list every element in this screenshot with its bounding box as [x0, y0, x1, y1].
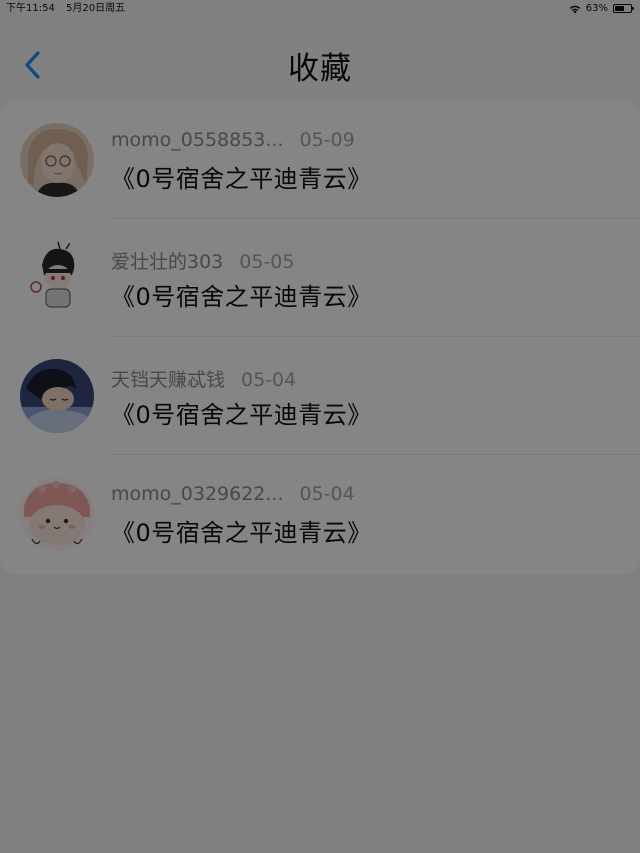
list-item[interactable]: 爱壮壮的303 05-05 《0号宿舍之平迪青云》	[0, 219, 640, 337]
page-title: 收藏	[288, 51, 352, 87]
battery-fill	[615, 6, 624, 11]
anime-girl-avatar-image	[20, 123, 94, 197]
navigation-bar: 收藏	[0, 17, 640, 101]
username: momo_0329622...	[111, 483, 284, 505]
item-title: 《0号宿舍之平迪青云》	[111, 519, 372, 547]
item-title: 《0号宿舍之平迪青云》	[111, 165, 372, 193]
status-right: 63%	[569, 0, 634, 17]
status-date: 5月20日周五	[66, 3, 126, 14]
list-item[interactable]: momo_0558853... 05-09 《0号宿舍之平迪青云》	[0, 101, 640, 219]
list-item[interactable]: momo_0329622... 05-04 《0号宿舍之平迪青云》	[0, 455, 640, 573]
item-meta: 爱壮壮的303 05-05	[111, 247, 294, 274]
status-time: 下午11:54	[6, 3, 55, 14]
item-title: 《0号宿舍之平迪青云》	[111, 401, 372, 429]
favorites-page: 下午11:54 5月20日周五 63% 收藏 momo_0558853... 0…	[0, 0, 640, 853]
avatar[interactable]	[20, 241, 94, 315]
pink-blob-avatar-image	[20, 477, 94, 551]
status-left: 下午11:54 5月20日周五	[6, 0, 133, 17]
wifi-icon	[569, 5, 580, 13]
chibi-avatar-image	[20, 241, 94, 315]
battery-icon	[613, 4, 634, 13]
sleeping-boy-avatar-image	[20, 359, 94, 433]
list-item[interactable]: 天铛天赚忒钱 05-04 《0号宿舍之平迪青云》	[0, 337, 640, 455]
post-date: 05-04	[241, 369, 297, 391]
username: momo_0558853...	[111, 129, 284, 151]
avatar[interactable]	[20, 123, 94, 197]
item-title: 《0号宿舍之平迪青云》	[111, 283, 372, 311]
username: 爱壮壮的303	[111, 251, 224, 273]
battery-percent: 63%	[585, 3, 608, 14]
status-bar: 下午11:54 5月20日周五 63%	[0, 0, 640, 17]
avatar[interactable]	[20, 477, 94, 551]
favorites-list: momo_0558853... 05-09 《0号宿舍之平迪青云》 爱壮壮的30…	[0, 101, 640, 574]
post-date: 05-09	[299, 129, 355, 151]
post-date: 05-05	[239, 251, 295, 273]
item-meta: momo_0558853... 05-09	[111, 129, 355, 151]
item-meta: momo_0329622... 05-04	[111, 483, 355, 505]
post-date: 05-04	[299, 483, 355, 505]
avatar[interactable]	[20, 359, 94, 433]
username: 天铛天赚忒钱	[111, 369, 226, 391]
item-meta: 天铛天赚忒钱 05-04	[111, 365, 296, 392]
